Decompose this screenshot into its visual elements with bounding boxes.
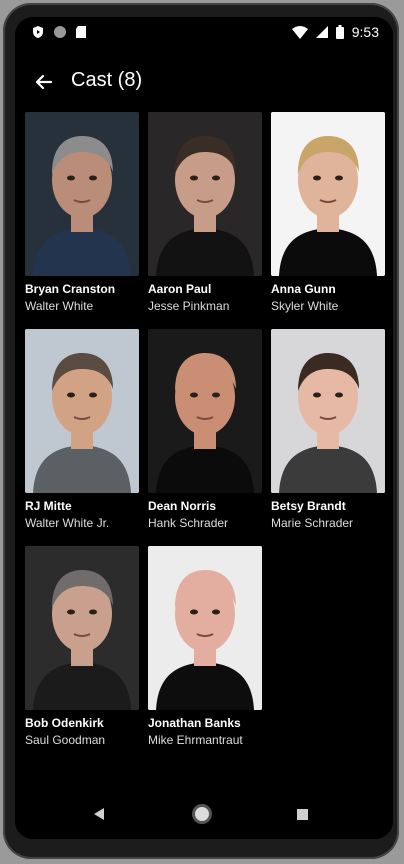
recents-icon[interactable]: [297, 809, 308, 820]
cast-photo: [25, 329, 139, 493]
cast-card[interactable]: Dean Norris Hank Schrader: [148, 329, 262, 546]
cast-photo: [25, 112, 139, 276]
arrow-back-icon: [35, 74, 53, 90]
wifi-icon: [291, 25, 308, 39]
status-bar: 9:53: [15, 17, 393, 49]
cast-role: Walter White Jr.: [25, 516, 110, 530]
person-portrait: [148, 546, 262, 710]
cast-role: Saul Goodman: [25, 733, 106, 747]
cast-role: Skyler White: [271, 299, 339, 313]
cast-photo: [148, 546, 262, 710]
cast-role: Marie Schrader: [271, 516, 354, 530]
page-title: Cast (8): [71, 69, 143, 91]
cast-card[interactable]: Anna Gunn Skyler White: [271, 112, 385, 329]
screen: 9:53 Cast (8) Bryan Cranston Walter White…: [15, 17, 393, 839]
person-portrait: [25, 112, 139, 276]
shield-play-icon: [33, 26, 43, 38]
cast-name: Jonathan Banks: [148, 716, 241, 730]
cast-name: Bryan Cranston: [25, 282, 116, 296]
cast-name: RJ Mitte: [25, 499, 72, 513]
cast-photo: [148, 112, 262, 276]
status-time: 9:53: [351, 24, 379, 40]
cast-photo: [25, 546, 139, 710]
person-portrait: [25, 329, 139, 493]
person-portrait: [271, 329, 385, 493]
cast-card[interactable]: Bob Odenkirk Saul Goodman: [25, 546, 139, 763]
cast-card[interactable]: Bryan Cranston Walter White: [25, 112, 139, 329]
person-portrait: [148, 329, 262, 493]
cast-card[interactable]: Betsy Brandt Marie Schrader: [271, 329, 385, 546]
sd-card-icon: [76, 26, 86, 38]
cast-role: Walter White: [25, 299, 94, 313]
home-icon[interactable]: [192, 804, 212, 824]
person-portrait: [25, 546, 139, 710]
signal-icon: [315, 26, 328, 38]
cast-name: Aaron Paul: [148, 282, 212, 296]
person-portrait: [271, 112, 385, 276]
nav-back-icon[interactable]: [92, 807, 106, 821]
navigation-bar: [15, 791, 393, 839]
cast-name: Anna Gunn: [271, 282, 336, 296]
record-icon: [54, 26, 66, 38]
cast-photo: [271, 112, 385, 276]
cast-card[interactable]: Aaron Paul Jesse Pinkman: [148, 112, 262, 329]
back-button[interactable]: [29, 67, 59, 97]
person-portrait: [148, 112, 262, 276]
cast-role: Hank Schrader: [148, 516, 229, 530]
cast-name: Betsy Brandt: [271, 499, 346, 513]
cast-name: Bob Odenkirk: [25, 716, 104, 730]
cast-role: Jesse Pinkman: [148, 299, 230, 313]
cast-name: Dean Norris: [148, 499, 217, 513]
cast-photo: [271, 329, 385, 493]
app-bar: Cast (8): [15, 57, 393, 107]
device-frame: 9:53 Cast (8) Bryan Cranston Walter White…: [3, 3, 399, 859]
cast-card[interactable]: Jonathan Banks Mike Ehrmantraut: [148, 546, 262, 763]
cast-photo: [148, 329, 262, 493]
battery-icon: [335, 25, 344, 39]
cast-role: Mike Ehrmantraut: [148, 733, 243, 747]
cast-grid: Bryan Cranston Walter White Aaron Paul Jess…: [25, 112, 385, 763]
cast-card[interactable]: RJ Mitte Walter White Jr.: [25, 329, 139, 546]
